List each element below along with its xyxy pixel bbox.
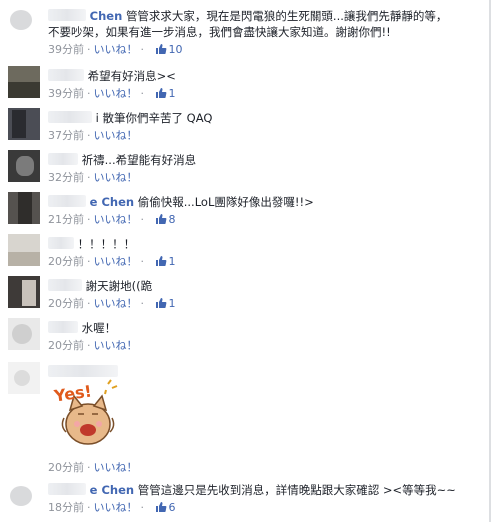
comment: 謝天謝地((跪 20分前 · いいね！ · 1 [0,274,488,312]
like-count[interactable]: 1 [169,255,176,268]
comment-time[interactable]: 39分前 [48,87,84,100]
redacted-name [48,111,92,123]
like-button[interactable]: いいね！ [94,255,138,268]
comment: 水喔！ 20分前 · いいね！ [0,316,488,354]
avatar[interactable] [8,66,40,98]
comment: e Chen 偷偷快報...LoL團隊好像出發囉!!> 21分前 · いいね！ · 8 [0,190,488,228]
like-button[interactable]: いいね！ [94,213,138,226]
comment-time[interactable]: 18分前 [48,501,84,514]
avatar[interactable] [8,362,40,394]
avatar[interactable] [8,192,40,224]
comment-author[interactable]: e Chen [90,195,134,209]
redacted-name [48,69,84,81]
like-button[interactable]: いいね！ [94,339,138,352]
like-button[interactable]: いいね！ [94,129,138,142]
like-count[interactable]: 1 [169,87,176,100]
comment-time[interactable]: 39分前 [48,43,84,56]
comment-text: 偷偷快報...LoL團隊好像出發囉!!> [137,195,314,209]
redacted-name [48,483,86,495]
comment: e Chen 管管這邊只是先收到消息，詳情晚點跟大家確認 ><等等我~~ 18分… [0,478,488,520]
like-button[interactable]: いいね！ [94,171,138,184]
like-count[interactable]: 6 [169,501,176,514]
avatar[interactable] [8,234,40,266]
comment-text: 希望有好消息>< [87,69,176,83]
comment-time[interactable]: 20分前 [48,255,84,268]
thumbs-up-icon [155,502,166,512]
redacted-name [48,321,78,333]
like-button[interactable]: いいね！ [94,87,138,100]
thumbs-up-icon [155,214,166,224]
comment-time[interactable]: 32分前 [48,171,84,184]
thumbs-up-icon [155,88,166,98]
like-count[interactable]: 8 [169,213,176,226]
like-count[interactable]: 1 [169,297,176,310]
comment: 祈禱...希望能有好消息 32分前 · いいね！ [0,148,488,186]
comment-time[interactable]: 37分前 [48,129,84,142]
avatar[interactable] [8,276,40,308]
comment-author[interactable]: Chen [90,9,123,23]
comment: Yes! 20分前 · いいね！ [0,360,488,476]
comment: i 散筆你們辛苦了 QAQ 37分前 · いいね！ [0,106,488,144]
comment-text: 水喔！ [81,321,117,335]
thumbs-up-icon [155,44,166,54]
comment-time[interactable]: 20分前 [48,339,84,352]
comment-text: 管管求求大家，現在是閃電狼的生死關頭...讓我們先靜靜的等， [125,9,448,23]
avatar[interactable] [8,318,40,350]
thumbs-up-icon [155,298,166,308]
comment: 希望有好消息>< 39分前 · いいね！ · 1 [0,64,488,102]
redacted-name [48,153,78,165]
comment-time[interactable]: 20分前 [48,461,84,474]
comment-author[interactable]: e Chen [90,483,134,497]
avatar[interactable] [8,480,40,512]
like-button[interactable]: いいね！ [94,501,138,514]
comment-text-line2: 不要吵架，如果有進一步消息，我們會盡快讓大家知道。謝謝你們!! [48,25,391,39]
avatar[interactable] [8,6,40,38]
like-button[interactable]: いいね！ [94,461,138,474]
comment-text: 祈禱...希望能有好消息 [81,153,197,167]
like-count[interactable]: 10 [169,43,183,56]
thumbs-up-icon [155,256,166,266]
comment-text: i 散筆你們辛苦了 QAQ [95,111,213,125]
redacted-name [48,9,86,21]
comment-text: 管管這邊只是先收到消息，詳情晚點跟大家確認 ><等等我~~ [137,483,456,497]
avatar[interactable] [8,108,40,140]
comment-text: ！！！！！ [77,237,136,251]
avatar[interactable] [8,150,40,182]
comment-text: 謝天謝地((跪 [85,279,153,293]
like-button[interactable]: いいね！ [94,297,138,310]
like-button[interactable]: いいね！ [94,43,138,56]
comment-time[interactable]: 21分前 [48,213,84,226]
comment: Chen 管管求求大家，現在是閃電狼的生死關頭...讓我們先靜靜的等， 不要吵架… [0,4,488,58]
redacted-name [48,195,86,207]
redacted-name [48,237,74,249]
cat-sticker[interactable]: Yes! [48,376,124,452]
redacted-name [48,279,82,291]
comment-time[interactable]: 20分前 [48,297,84,310]
comment: ！！！！！ 20分前 · いいね！ · 1 [0,232,488,270]
